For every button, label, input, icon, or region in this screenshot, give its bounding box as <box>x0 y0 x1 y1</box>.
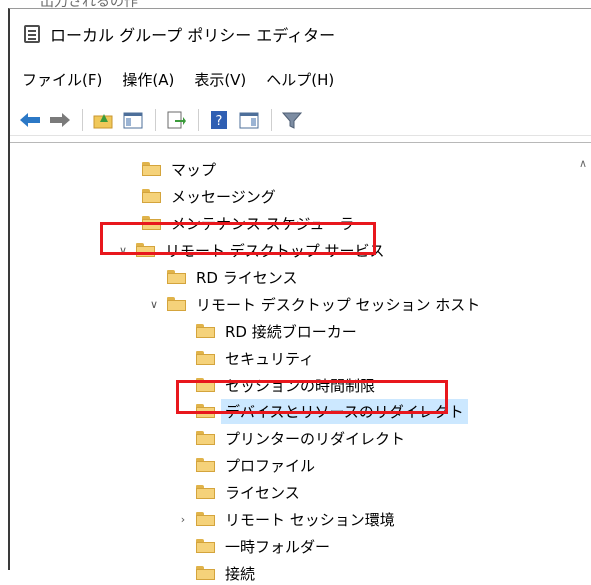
tree-item-map[interactable]: マップ <box>142 157 216 181</box>
tree-item-label: リモート デスクトップ サービス <box>165 241 385 260</box>
tree-item-label: メッセージング <box>171 187 276 206</box>
folder-icon <box>142 216 161 230</box>
svg-text:?: ? <box>216 114 223 129</box>
show-hide-tree-button[interactable] <box>121 108 145 132</box>
show-hide-tree-icon <box>123 112 143 128</box>
menu-view[interactable]: 表示(V) <box>194 69 246 90</box>
folder-icon <box>196 324 215 338</box>
tree-item-device-resource-redirection[interactable]: デバイスとリソースのリダイレクト <box>196 398 468 424</box>
folder-icon <box>167 270 186 284</box>
toolbar-separator <box>271 108 272 131</box>
tree-item-remote-session-environment[interactable]: › リモート セッション環境 <box>176 507 395 531</box>
tree-item-label: セキュリティ <box>225 349 315 368</box>
folder-icon <box>142 189 161 203</box>
folder-icon <box>196 458 215 472</box>
back-arrow-icon <box>20 112 40 127</box>
tree-item-maintenance-scheduler[interactable]: メンテナンス スケジューラ <box>142 211 354 235</box>
folder-icon <box>196 566 215 580</box>
toolbar-separator <box>198 108 199 131</box>
folder-icon <box>167 297 186 311</box>
folder-icon <box>196 539 215 553</box>
menu-file[interactable]: ファイル(F) <box>22 69 102 90</box>
tree-item-label-selected: デバイスとリソースのリダイレクト <box>221 398 468 424</box>
console-tree[interactable]: ∧ マップ メッセージング メンテナンス スケジューラ ∨ リモート デスクトッ… <box>10 142 591 583</box>
help-icon: ? <box>211 110 227 129</box>
tree-item-label: RD 接続ブローカー <box>225 322 357 341</box>
tree-item-label: 一時フォルダー <box>225 537 331 556</box>
scroll-up-arrow-icon[interactable]: ∧ <box>579 157 587 170</box>
properties-view-button[interactable] <box>237 108 261 132</box>
toolbar: ? <box>10 104 591 136</box>
tree-item-rd-licensing[interactable]: RD ライセンス <box>167 265 297 289</box>
folder-icon <box>196 431 215 445</box>
tree-item-label: セッションの時間制限 <box>225 376 376 395</box>
tree-item-label: メンテナンス スケジューラ <box>171 214 355 233</box>
menu-help[interactable]: ヘルプ(H) <box>266 69 334 90</box>
toolbar-separator <box>82 108 83 131</box>
toolbar-separator <box>155 108 156 131</box>
up-one-level-button[interactable] <box>91 108 115 132</box>
tree-item-connections[interactable]: 接続 <box>196 561 255 585</box>
up-folder-icon <box>93 113 113 128</box>
filter-icon <box>281 112 303 129</box>
tree-item-label: プリンターのリダイレクト <box>225 429 406 448</box>
window-title: ローカル グループ ポリシー エディター <box>50 26 336 45</box>
menu-bar: ファイル(F) 操作(A) 表示(V) ヘルプ(H) <box>10 65 591 93</box>
filter-button[interactable] <box>280 108 304 132</box>
tree-item-security[interactable]: セキュリティ <box>196 346 314 370</box>
gpedit-window: ローカル グループ ポリシー エディター ファイル(F) 操作(A) 表示(V)… <box>8 8 591 583</box>
tree-item-messaging[interactable]: メッセージング <box>142 184 276 208</box>
tree-item-label: RD ライセンス <box>196 268 298 287</box>
back-button[interactable] <box>18 108 42 132</box>
vertical-scrollbar[interactable]: ∧ <box>574 143 591 570</box>
folder-icon <box>196 485 215 499</box>
forward-arrow-icon <box>50 112 70 127</box>
tree-item-label: 接続 <box>225 564 256 583</box>
policy-editor-icon <box>24 25 40 43</box>
tree-item-label: リモート セッション環境 <box>225 510 395 529</box>
chevron-right-icon[interactable]: › <box>176 513 190 526</box>
export-list-button[interactable] <box>164 108 188 132</box>
tree-item-licensing[interactable]: ライセンス <box>196 480 300 504</box>
export-list-icon <box>167 111 186 128</box>
tree-item-remote-desktop-services[interactable]: ∨ リモート デスクトップ サービス <box>116 238 385 262</box>
tree-item-rd-session-host[interactable]: ∨ リモート デスクトップ セッション ホスト <box>147 292 480 316</box>
tree-item-label: ライセンス <box>225 483 300 502</box>
forward-button[interactable] <box>48 108 72 132</box>
title-bar: ローカル グループ ポリシー エディター <box>10 9 591 59</box>
tree-item-label: マップ <box>171 160 217 179</box>
tree-item-printer-redirection[interactable]: プリンターのリダイレクト <box>196 426 405 450</box>
tree-item-label: リモート デスクトップ セッション ホスト <box>196 295 481 314</box>
tree-item-temporary-folders[interactable]: 一時フォルダー <box>196 534 330 558</box>
folder-icon <box>142 162 161 176</box>
folder-icon <box>196 351 215 365</box>
folder-icon <box>196 378 215 392</box>
menu-action[interactable]: 操作(A) <box>122 69 174 90</box>
chevron-down-icon[interactable]: ∨ <box>147 298 161 311</box>
tree-item-rd-connection-broker[interactable]: RD 接続ブローカー <box>196 319 357 343</box>
tree-item-session-time-limits[interactable]: セッションの時間制限 <box>196 373 375 397</box>
tree-item-profiles[interactable]: プロファイル <box>196 453 315 477</box>
folder-icon <box>196 512 215 526</box>
help-button[interactable]: ? <box>207 108 231 132</box>
properties-view-icon <box>239 112 259 128</box>
chevron-down-icon[interactable]: ∨ <box>116 244 130 257</box>
tree-item-label: プロファイル <box>225 456 316 475</box>
folder-icon <box>136 243 155 257</box>
folder-icon <box>196 404 215 418</box>
